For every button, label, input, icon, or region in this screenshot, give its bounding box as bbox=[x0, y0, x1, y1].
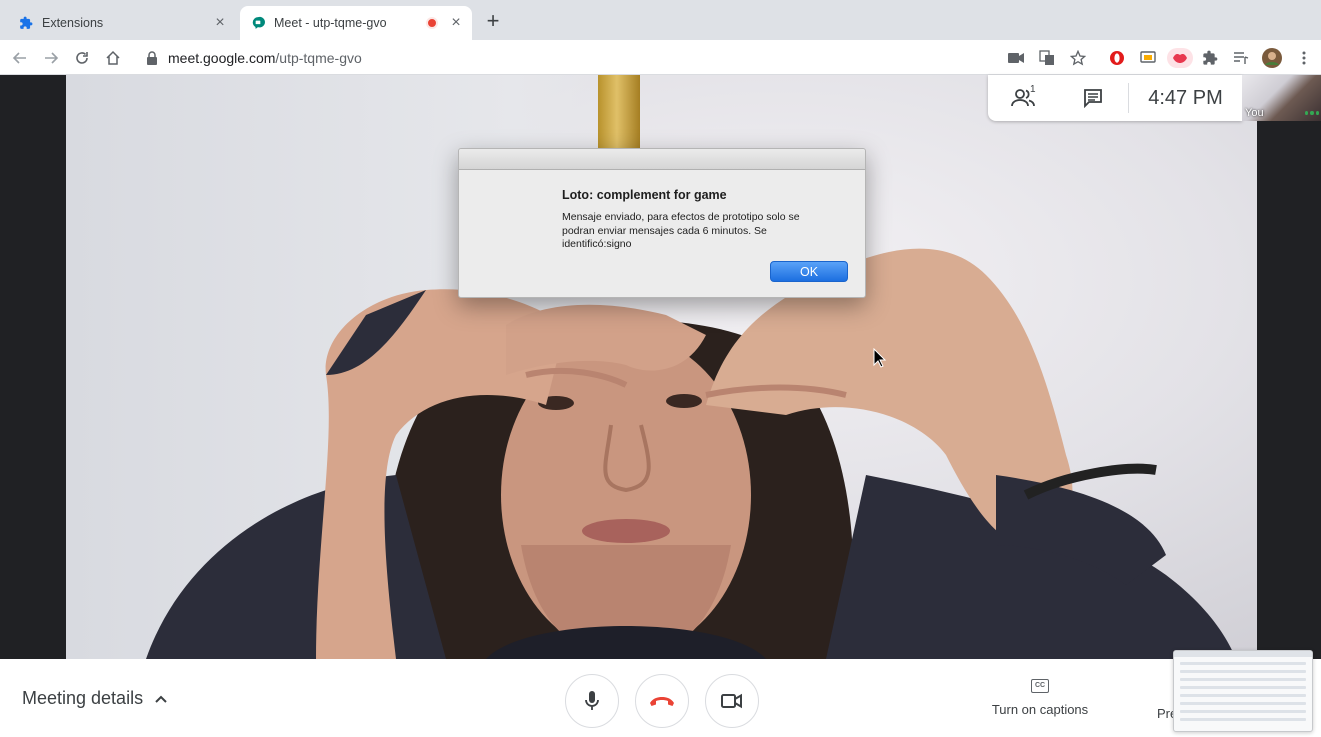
opera-extension-icon[interactable] bbox=[1107, 48, 1127, 68]
cast-extension-icon[interactable] bbox=[1138, 48, 1158, 68]
meet-icon bbox=[250, 15, 266, 31]
forward-arrow-icon[interactable] bbox=[41, 48, 61, 68]
self-view-label: You bbox=[1245, 107, 1264, 119]
participants-button[interactable]: 1 bbox=[988, 75, 1058, 121]
media-controls-icon[interactable] bbox=[1231, 48, 1251, 68]
captions-label: Turn on captions bbox=[991, 702, 1089, 717]
url-path: /utp-tqme-gvo bbox=[275, 50, 362, 66]
participant-count: 1 bbox=[1030, 84, 1036, 95]
video-camera-icon bbox=[721, 693, 742, 709]
chevron-up-icon bbox=[155, 695, 167, 703]
meeting-info-bar: 1 4:47 PM bbox=[988, 75, 1242, 121]
camera-button[interactable] bbox=[705, 674, 759, 728]
lips-extension-icon[interactable] bbox=[1167, 48, 1193, 68]
browser-toolbar: meet.google.com/utp-tqme-gvo bbox=[0, 40, 1321, 75]
meeting-clock: 4:47 PM bbox=[1148, 86, 1223, 109]
url-host: meet.google.com bbox=[168, 50, 276, 66]
hang-up-icon bbox=[650, 697, 674, 706]
closed-captions-icon: CC bbox=[1031, 679, 1049, 693]
call-controls-bar: Meeting details CC Turn on captions Pre bbox=[0, 659, 1321, 737]
dialog-titlebar bbox=[459, 149, 865, 170]
tab-title: Extensions bbox=[42, 16, 104, 30]
microphone-button[interactable] bbox=[565, 674, 619, 728]
tab-strip: Extensions × Meet - utp-tqme-gvo × + bbox=[0, 0, 1321, 40]
dialog-message: Mensaje enviado, para efectos de prototi… bbox=[562, 211, 800, 250]
self-view-tile[interactable]: You bbox=[1242, 75, 1321, 121]
audio-activity-icon bbox=[1305, 111, 1319, 115]
browser-menu-icon[interactable] bbox=[1294, 48, 1314, 68]
back-arrow-icon[interactable] bbox=[10, 48, 30, 68]
close-tab-icon[interactable]: × bbox=[448, 15, 464, 31]
microphone-icon bbox=[585, 691, 599, 710]
present-screen-preview[interactable] bbox=[1173, 650, 1313, 732]
url-text: meet.google.com/utp-tqme-gvo bbox=[168, 50, 362, 66]
mouse-cursor-icon bbox=[873, 348, 887, 368]
preview-header bbox=[1174, 651, 1312, 657]
chat-icon bbox=[1084, 89, 1102, 108]
home-icon[interactable] bbox=[103, 48, 123, 68]
extensions-puzzle-icon[interactable] bbox=[1200, 48, 1220, 68]
bookmark-star-icon[interactable] bbox=[1068, 48, 1088, 68]
tab-title: Meet - utp-tqme-gvo bbox=[274, 16, 387, 30]
captions-button[interactable]: CC Turn on captions bbox=[985, 679, 1095, 717]
reload-icon[interactable] bbox=[72, 48, 92, 68]
address-bar[interactable]: meet.google.com/utp-tqme-gvo bbox=[132, 44, 992, 72]
tab-extensions[interactable]: Extensions × bbox=[8, 6, 236, 40]
close-tab-icon[interactable]: × bbox=[212, 15, 228, 31]
camera-in-use-icon[interactable] bbox=[1006, 48, 1026, 68]
meeting-details-button[interactable]: Meeting details bbox=[22, 688, 169, 709]
recording-indicator-icon bbox=[426, 17, 438, 29]
alert-dialog: Loto: complement for game Mensaje enviad… bbox=[458, 148, 866, 298]
puzzle-icon bbox=[18, 15, 34, 31]
tab-meet[interactable]: Meet - utp-tqme-gvo × bbox=[240, 6, 472, 40]
translate-icon[interactable] bbox=[1037, 48, 1057, 68]
profile-avatar[interactable] bbox=[1262, 48, 1282, 68]
browser-window: Extensions × Meet - utp-tqme-gvo × + mee… bbox=[0, 0, 1321, 737]
chat-button[interactable] bbox=[1058, 75, 1128, 121]
hang-up-button[interactable] bbox=[635, 674, 689, 728]
ok-button[interactable]: OK bbox=[770, 261, 848, 282]
dialog-title: Loto: complement for game bbox=[562, 188, 727, 202]
new-tab-button[interactable]: + bbox=[482, 10, 504, 32]
lock-icon bbox=[146, 51, 160, 65]
meeting-details-label: Meeting details bbox=[22, 688, 144, 708]
